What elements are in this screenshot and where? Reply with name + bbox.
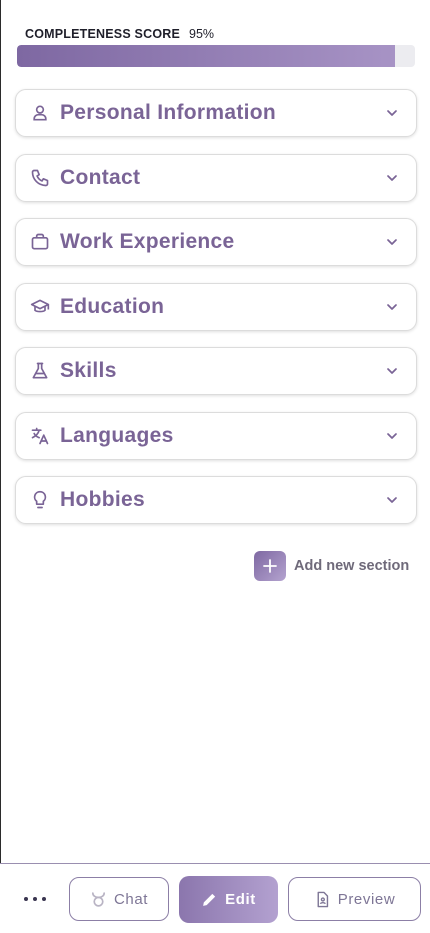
section-label: Personal Information bbox=[60, 101, 277, 124]
chevron-down-icon bbox=[387, 110, 397, 116]
section-label: Work Experience bbox=[60, 230, 235, 253]
section-personal-information[interactable]: Personal Information bbox=[15, 89, 417, 137]
add-new-section[interactable]: Add new section bbox=[254, 551, 409, 581]
edit-button[interactable]: Edit bbox=[179, 876, 278, 923]
taurus-icon bbox=[91, 891, 105, 907]
section-work-experience[interactable]: Work Experience bbox=[15, 218, 417, 266]
section-label: Contact bbox=[60, 165, 141, 189]
chat-label: Chat bbox=[113, 890, 149, 908]
section-list: Personal Information Contact Work Experi… bbox=[15, 89, 417, 541]
score-progress-bar bbox=[17, 45, 415, 67]
preview-button[interactable]: Preview bbox=[288, 877, 421, 921]
score-progress-fill bbox=[17, 45, 396, 67]
bottom-toolbar: Chat Edit Preview bbox=[0, 863, 430, 933]
more-options-button[interactable] bbox=[24, 890, 46, 908]
chevron-down-icon bbox=[387, 303, 397, 310]
pencil-icon bbox=[203, 893, 216, 906]
person-icon bbox=[29, 102, 51, 124]
plus-icon bbox=[263, 559, 277, 573]
add-section-label: Add new section bbox=[294, 558, 410, 574]
flask-icon bbox=[29, 360, 51, 382]
chevron-down-icon bbox=[387, 497, 397, 503]
section-contact[interactable]: Contact bbox=[15, 153, 417, 202]
section-label: Languages bbox=[60, 423, 174, 447]
chevron-down-icon bbox=[387, 432, 397, 439]
completeness-score: COMPLETENESS SCORE 95% bbox=[25, 27, 214, 41]
chat-button[interactable]: Chat bbox=[69, 877, 169, 921]
edit-label: Edit bbox=[225, 891, 256, 908]
section-label: Hobbies bbox=[60, 488, 145, 511]
lightbulb-icon bbox=[29, 489, 51, 511]
left-divider bbox=[0, 0, 1, 932]
score-label: COMPLETENESS SCORE bbox=[25, 27, 181, 41]
more-dot bbox=[33, 897, 37, 901]
more-dot bbox=[24, 897, 28, 901]
section-label: Education bbox=[60, 294, 165, 318]
section-languages[interactable]: Languages bbox=[15, 411, 417, 460]
document-user-icon bbox=[317, 891, 328, 907]
chevron-down-icon bbox=[387, 174, 397, 181]
section-education[interactable]: Education bbox=[15, 282, 417, 331]
phone-icon bbox=[29, 167, 51, 189]
add-section-button[interactable] bbox=[254, 551, 286, 581]
score-value: 95% bbox=[189, 27, 215, 41]
more-dot bbox=[42, 897, 46, 901]
translate-icon bbox=[29, 425, 51, 447]
preview-label: Preview bbox=[337, 890, 396, 908]
section-hobbies[interactable]: Hobbies bbox=[15, 476, 417, 524]
chevron-down-icon bbox=[387, 368, 397, 374]
section-skills[interactable]: Skills bbox=[15, 347, 417, 395]
graduation-cap-icon bbox=[29, 296, 51, 318]
briefcase-icon bbox=[29, 231, 51, 253]
chevron-down-icon bbox=[387, 239, 397, 245]
section-label: Skills bbox=[60, 359, 117, 382]
